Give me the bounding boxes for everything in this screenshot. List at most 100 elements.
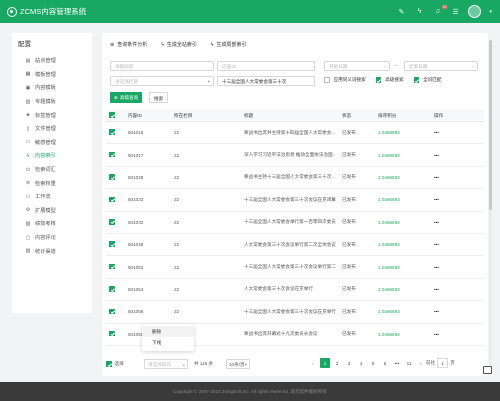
content-id-input[interactable]: 内容ID — [217, 61, 315, 71]
advanced-checkbox[interactable] — [375, 77, 382, 83]
page-button[interactable]: 6 — [380, 358, 390, 368]
cell-op[interactable]: ••• — [430, 309, 470, 314]
content-table: 内容ID 所在栏目 标题 状态 排序积分 操作 501016 22 栗战书出席并主持… — [106, 110, 484, 346]
bell-icon[interactable]: ♫ 10 — [432, 4, 448, 17]
menu-item-offline[interactable]: 下线 — [142, 337, 194, 348]
page-button[interactable]: ••• — [392, 358, 402, 368]
menu-icon[interactable]: ☰ — [450, 7, 460, 17]
table-row[interactable]: 501017 22 深入学习习近平法治思想 推动全面依法治国… 已发布 1.048669… — [106, 144, 484, 167]
table-row[interactable]: 501054 22 人大常委会第三十次会议在京举行 已发布 1.0486693 ••• — [106, 279, 484, 302]
table-row[interactable]: 501048 22 人大常委会第三十次会议举行第二次全体会议… 已发布 1.048669… — [106, 234, 484, 257]
synonym-checkbox[interactable] — [324, 77, 330, 83]
table-row[interactable]: 501058 22 十三届全国人大常委会第三十次会议在京举行… 已发布 1.048669… — [106, 301, 484, 324]
sidebar-item-index[interactable]: ϟ 内容索引 — [12, 149, 92, 163]
full-word-checkbox[interactable] — [413, 77, 420, 83]
sidebar-item-extend-model[interactable]: ⚙ 扩展模型 — [12, 204, 92, 218]
page-size-select[interactable]: 10条/页 ▾ — [226, 359, 250, 369]
search-button-label: 高级查询 — [119, 94, 139, 100]
chevron-down-icon[interactable]: ▾ — [489, 9, 492, 15]
page-button[interactable]: 1 — [320, 358, 330, 368]
flash-icon[interactable]: ϟ — [414, 7, 424, 17]
row-checkbox[interactable] — [109, 286, 115, 292]
select-all-checkbox[interactable] — [109, 112, 115, 118]
goto-input[interactable]: 1 — [437, 358, 449, 368]
batch-action-select[interactable]: 请选择操作 ▴ — [144, 359, 188, 369]
page-button[interactable]: 3 — [344, 358, 354, 368]
sidebar-item-workflow[interactable]: ⚇ 工作流 — [12, 190, 92, 204]
tab-query-analysis[interactable]: ⊕ 查询条件分析 — [110, 41, 147, 49]
sidebar-item-content-template[interactable]: ▣ 内容模板 — [12, 81, 92, 95]
tab-build-full-index[interactable]: ϟ 生成全站索引 — [161, 41, 197, 49]
prev-page-button[interactable]: ‹ — [308, 358, 318, 368]
app-logo[interactable]: ZCMS内容管理系统 — [7, 6, 86, 17]
row-checkbox[interactable] — [109, 263, 115, 270]
cell-op[interactable]: ••• — [430, 287, 470, 292]
start-date-input[interactable]: 开始日期 ▫ — [324, 61, 390, 71]
footer-select-checkbox[interactable] — [106, 361, 112, 367]
sidebar-item-tag[interactable]: ◈ 标签管理 — [12, 108, 92, 122]
header-title[interactable]: 标题 — [244, 113, 336, 119]
edit-icon[interactable]: ✎ — [396, 7, 406, 17]
sidebar-item-comment[interactable]: ▢ 内容评论 — [12, 231, 92, 245]
page-button[interactable]: 2 — [332, 358, 342, 368]
select-all[interactable]: 选择 — [106, 361, 124, 367]
table-row[interactable]: 501033 22 十三届全国人大常委会第三十次会议在京闭幕 已发布 1.0486693… — [106, 189, 484, 212]
header-column[interactable]: 所在栏目 — [174, 113, 244, 119]
header-sort[interactable]: 排序积分 — [378, 113, 430, 119]
sidebar-item-template[interactable]: ▦ 模板管理 — [12, 68, 92, 82]
end-date-input[interactable]: 结束日期 ▫ — [404, 61, 478, 71]
sidebar-item-search-word[interactable]: ⊙ 检索词汇 — [12, 163, 92, 177]
table-row[interactable]: 501016 22 栗战书出席并主持第十四届全国人大常委会… 已发布 1.0486693… — [106, 122, 484, 145]
menu-item-delete[interactable]: 删除 — [142, 326, 194, 337]
row-checkbox[interactable] — [109, 241, 115, 247]
column-select[interactable]: 请选择栏目 ▾ — [110, 76, 214, 86]
scrollbar-thumb[interactable] — [489, 40, 492, 210]
chat-icon[interactable] — [483, 366, 492, 374]
page-button[interactable]: 11 — [404, 358, 414, 368]
row-checkbox[interactable] — [109, 330, 115, 337]
keyword-input[interactable]: 十三届全国人大常委会第三十次 — [217, 76, 315, 86]
row-checkbox[interactable] — [109, 174, 115, 180]
next-page-button[interactable]: › — [416, 358, 426, 368]
cell-op[interactable]: ••• — [430, 197, 470, 202]
header-status[interactable]: 状态 — [336, 113, 378, 119]
row-checkbox[interactable] — [109, 219, 115, 225]
search-button[interactable]: 搜索 — [149, 92, 169, 103]
cell-op[interactable]: ••• — [430, 332, 470, 337]
cell-op[interactable]: ••• — [430, 265, 470, 270]
cell-op[interactable]: ••• — [430, 153, 470, 158]
batch-action-menu: 删除 下线 — [142, 324, 194, 351]
header-id[interactable]: 内容ID — [128, 113, 174, 119]
table-header: 内容ID 所在栏目 标题 状态 排序积分 操作 — [106, 110, 484, 122]
tab-label: 生成局部索引 — [216, 42, 247, 48]
table-row[interactable]: 501028 22 栗战书主持十三届全国人大常委会第三十次… 已发布 1.0486693… — [106, 167, 484, 190]
sidebar-item-file[interactable]: ▯ 文件管理 — [12, 122, 92, 136]
sidebar-item-sensitive[interactable]: ▭ 敏感管理 — [12, 136, 92, 150]
sidebar-item-stats[interactable]: ▨ 统计渠道 — [12, 244, 92, 258]
cell-column: 22 — [174, 219, 180, 225]
table-row[interactable]: 501052 22 十三届全国人大常委会第三十次会议举行第二… 已发布 1.048669… — [106, 256, 484, 279]
table-footer: 选择 请选择操作 ▴ 共 116 条 10条/页 ▾ ‹ 1 2 3 4 5 6 ••• 11 › 前… — [106, 358, 484, 370]
sidebar-item-performance[interactable]: ▧ 绩效考核 — [12, 217, 92, 231]
tab-build-partial-index[interactable]: ϟ 生成局部索引 — [211, 41, 247, 49]
advanced-search-button[interactable]: ⊕ 高级查询 — [110, 92, 143, 103]
avatar[interactable] — [468, 5, 482, 18]
page-scrollbar[interactable] — [489, 40, 492, 370]
cell-op[interactable]: ••• — [430, 220, 470, 225]
row-checkbox[interactable] — [109, 308, 115, 315]
cell-op[interactable]: ••• — [430, 130, 470, 135]
title-input[interactable]: 请输标题 — [110, 61, 214, 71]
sidebar-item-topic-template[interactable]: ▥ 专题模板 — [12, 95, 92, 109]
cell-op[interactable]: ••• — [430, 175, 470, 180]
sidebar-item-site[interactable]: ▤ 站点管理 — [12, 54, 92, 68]
sidebar-item-search-weight[interactable]: ⊚ 检索权重 — [12, 176, 92, 190]
sidebar-item-label: 文件管理 — [35, 126, 56, 133]
page-button[interactable]: 5 — [368, 358, 378, 368]
page-button[interactable]: 4 — [356, 358, 366, 368]
row-checkbox[interactable] — [109, 196, 115, 203]
row-checkbox[interactable] — [109, 129, 115, 135]
reset-button-label: 搜索 — [154, 95, 164, 101]
table-row[interactable]: 501032 22 十三届全国人大常委会举行第一百零四次委员… 已发布 1.048669… — [106, 212, 484, 234]
row-checkbox[interactable] — [109, 151, 115, 158]
cell-op[interactable]: ••• — [430, 242, 470, 247]
